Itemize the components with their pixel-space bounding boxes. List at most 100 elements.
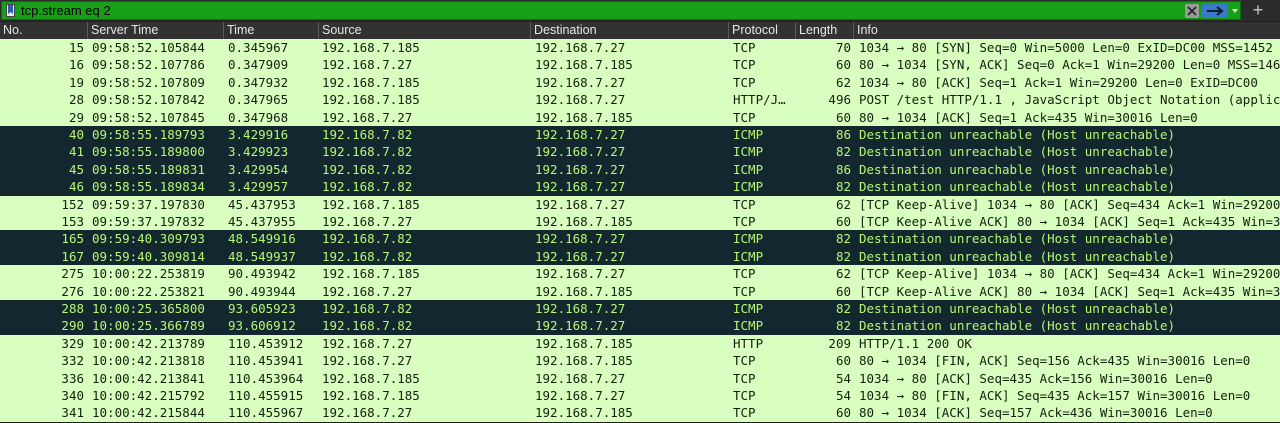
packet-destination-address: 192.168.7.27 (535, 248, 626, 264)
packet-time: 110.455967 (228, 405, 304, 421)
packet-length: 54 (835, 388, 851, 403)
packet-source-address: 192.168.7.82 (322, 127, 413, 142)
packet-server-time: 10:00:42.215844 (92, 405, 205, 421)
packet-row[interactable]: 276 10:00:22.253821 90.493944 192.168.7.27 1… (0, 282, 1280, 300)
column-header-length[interactable]: Length (795, 22, 853, 39)
packet-destination-address: 192.168.7.27 (535, 231, 626, 247)
packet-row[interactable]: 41 09:58:55.189800 3.429923 192.168.7.82 192… (0, 143, 1280, 161)
packet-info: 1034 → 80 [SYN] Seq=0 Win=5000 Len=0 ExI… (859, 40, 1273, 55)
packet-row[interactable]: 165 09:59:40.309793 48.549916 192.168.7.82 1… (0, 230, 1280, 248)
packet-time: 3.429916 (228, 127, 289, 142)
clear-filter-button[interactable] (1185, 4, 1199, 18)
packet-row[interactable]: 28 09:58:52.107842 0.347965 192.168.7.185 19… (0, 91, 1280, 109)
packet-server-time: 09:59:40.309814 (92, 248, 205, 264)
packet-protocol: TCP (733, 405, 756, 421)
packet-row[interactable]: 288 10:00:25.365800 93.605923 192.168.7.82 1… (0, 300, 1280, 318)
packet-source-address: 192.168.7.185 (322, 40, 420, 55)
packet-length: 86 (835, 161, 851, 177)
packet-server-time: 09:59:40.309793 (92, 231, 205, 247)
packet-packet-number: 19 (68, 74, 84, 90)
packet-length: 82 (835, 179, 851, 195)
column-header-destination[interactable]: Destination (530, 22, 728, 39)
packet-time: 48.549937 (228, 248, 296, 264)
packet-row[interactable]: 329 10:00:42.213789 110.453912 192.168.7.27… (0, 334, 1280, 353)
packet-row[interactable]: 340 10:00:42.215792 110.455915 192.168.7.18… (0, 387, 1280, 405)
packet-packet-number: 165 (61, 231, 84, 247)
packet-row[interactable]: 45 09:58:55.189831 3.429954 192.168.7.82 192… (0, 160, 1280, 179)
packet-protocol: TCP (733, 57, 756, 73)
packet-time: 3.429957 (228, 179, 289, 195)
packet-row[interactable]: 40 09:58:55.189793 3.429916 192.168.7.82 192… (0, 126, 1280, 144)
packet-packet-number: 290 (61, 318, 84, 334)
packet-row[interactable]: 332 10:00:42.213818 110.453941 192.168.7.27… (0, 352, 1280, 370)
recent-filters-dropdown[interactable] (1230, 4, 1240, 18)
column-header-no[interactable]: No. (0, 22, 84, 39)
column-header-protocol[interactable]: Protocol (728, 22, 795, 39)
packet-info: Destination unreachable (Host unreachabl… (859, 248, 1176, 264)
filter-expression-text: tcp.stream eq 2 (21, 3, 111, 18)
packet-length: 86 (835, 127, 851, 142)
arrow-right-icon (1207, 6, 1224, 16)
packet-source-address: 192.168.7.185 (322, 370, 420, 386)
packet-length: 62 (835, 266, 851, 282)
packet-row[interactable]: 16 09:58:52.107786 0.347909 192.168.7.27 192… (0, 56, 1280, 74)
packet-server-time: 09:58:55.189800 (92, 144, 205, 160)
packet-destination-address: 192.168.7.27 (535, 74, 626, 90)
packet-row[interactable]: 46 09:58:55.189834 3.429957 192.168.7.82 192… (0, 178, 1280, 196)
packet-protocol: ICMP (733, 127, 764, 142)
packet-packet-number: 275 (61, 266, 84, 282)
packet-row[interactable]: 290 10:00:25.366789 93.606912 192.168.7.82 1… (0, 317, 1280, 335)
packet-length: 60 (835, 109, 851, 125)
packet-packet-number: 40 (68, 127, 84, 142)
packet-destination-address: 192.168.7.27 (535, 161, 626, 177)
packet-row[interactable]: 29 09:58:52.107845 0.347968 192.168.7.27 192… (0, 108, 1280, 126)
packet-length: 54 (835, 370, 851, 386)
packet-server-time: 09:58:52.107786 (92, 57, 205, 73)
packet-packet-number: 46 (68, 179, 84, 195)
column-header-time[interactable]: Time (223, 22, 318, 39)
packet-server-time: 10:00:25.366789 (92, 318, 205, 334)
packet-row[interactable]: 153 09:59:37.197832 45.437955 192.168.7.27 1… (0, 213, 1280, 231)
packet-row[interactable]: 19 09:58:52.107809 0.347932 192.168.7.185 19… (0, 73, 1280, 92)
add-filter-button[interactable]: + (1248, 0, 1268, 21)
packet-source-address: 192.168.7.27 (322, 405, 413, 421)
display-filter-input[interactable]: tcp.stream eq 2 (1, 1, 1241, 20)
packet-info: HTTP/1.1 200 OK (859, 335, 972, 351)
packet-packet-number: 332 (61, 353, 84, 369)
packet-row[interactable]: 341 10:00:42.215844 110.455967 192.168.7.27… (0, 404, 1280, 422)
packet-row[interactable]: 275 10:00:22.253819 90.493942 192.168.7.185… (0, 265, 1280, 283)
chevron-down-icon (1232, 9, 1238, 13)
packet-info: [TCP Keep-Alive ACK] 80 → 1034 [ACK] Seq… (859, 214, 1280, 229)
packet-length: 62 (835, 196, 851, 212)
packet-info: Destination unreachable (Host unreachabl… (859, 179, 1176, 195)
packet-row[interactable]: 152 09:59:37.197830 45.437953 192.168.7.185… (0, 195, 1280, 213)
packet-time: 48.549916 (228, 231, 296, 247)
packet-destination-address: 192.168.7.185 (535, 109, 633, 125)
packet-destination-address: 192.168.7.185 (535, 335, 633, 351)
packet-length: 82 (835, 248, 851, 264)
packet-length: 60 (835, 214, 851, 229)
column-header-info[interactable]: Info (853, 22, 1280, 39)
packet-source-address: 192.168.7.27 (322, 335, 413, 351)
packet-row[interactable]: 336 10:00:42.213841 110.453964 192.168.7.18… (0, 369, 1280, 387)
packet-packet-number: 29 (68, 109, 84, 125)
packet-protocol: HTTP (733, 335, 764, 351)
packet-source-address: 192.168.7.185 (322, 266, 420, 282)
packet-length: 62 (835, 74, 851, 90)
packet-row[interactable]: 15 09:58:52.105844 0.345967 192.168.7.185 19… (0, 39, 1280, 57)
packet-destination-address: 192.168.7.27 (535, 144, 626, 160)
bookmark-icon[interactable] (6, 4, 15, 17)
column-header-source[interactable]: Source (318, 22, 530, 39)
packet-packet-number: 152 (61, 196, 84, 212)
packet-server-time: 09:58:52.107842 (92, 92, 205, 108)
packet-length: 60 (835, 57, 851, 73)
packet-protocol: ICMP (733, 231, 764, 247)
packet-packet-number: 28 (68, 92, 84, 108)
column-header-server-time[interactable]: Server Time (87, 22, 223, 39)
packet-source-address: 192.168.7.82 (322, 179, 413, 195)
packet-packet-number: 336 (61, 370, 84, 386)
packet-source-address: 192.168.7.185 (322, 74, 420, 90)
apply-filter-button[interactable] (1202, 4, 1228, 18)
packet-protocol: TCP (733, 266, 756, 282)
packet-row[interactable]: 167 09:59:40.309814 48.549937 192.168.7.82 1… (0, 247, 1280, 266)
